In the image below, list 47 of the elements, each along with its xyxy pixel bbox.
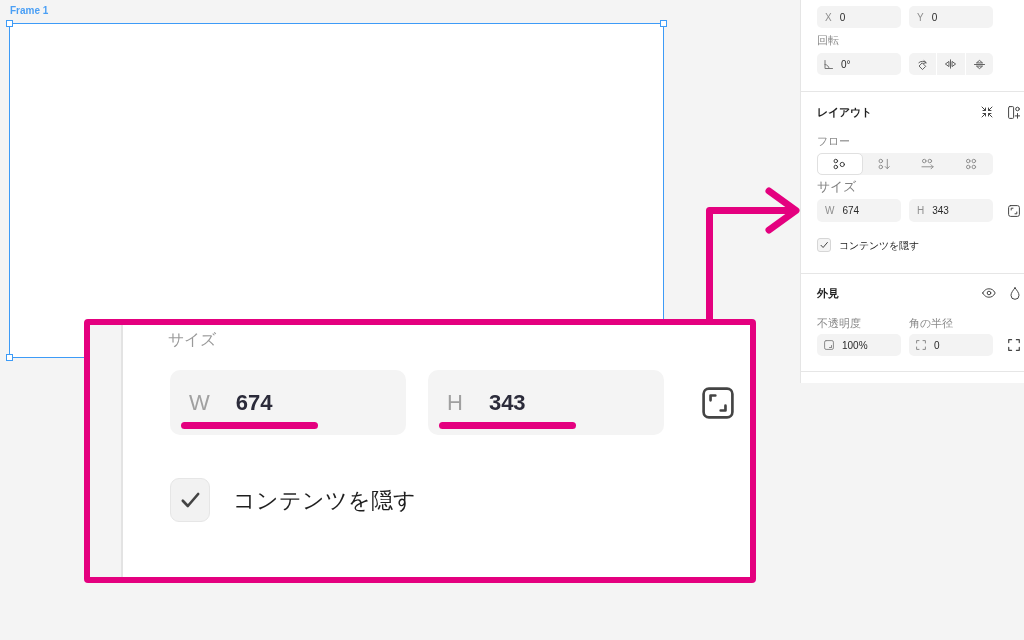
square-corners-icon[interactable] [1008, 204, 1020, 217]
position-field[interactable]: Y 0 [909, 6, 993, 28]
layout-plus-icon[interactable] [1008, 105, 1020, 119]
square-icon [824, 340, 834, 350]
square-corners-icon[interactable] [702, 386, 734, 419]
position-field[interactable]: X 0 [817, 6, 901, 28]
flip-vertical-icon [973, 58, 985, 70]
field-label: 不透明度 [817, 315, 862, 331]
free-layout-icon [833, 158, 847, 170]
vertical-layout-icon [877, 158, 891, 170]
field-label: フロー [817, 133, 850, 149]
flip-horizontal-icon [944, 59, 958, 69]
size-field[interactable]: W 674 [817, 199, 901, 222]
corners-icon [916, 340, 926, 350]
resize-handle[interactable] [6, 354, 13, 361]
corners-icon[interactable] [1008, 339, 1020, 351]
section-title: 外見 [817, 285, 839, 301]
size-field[interactable]: H 343 [428, 370, 664, 435]
field-label: サイズ [817, 178, 856, 197]
rotate-button[interactable] [909, 53, 937, 75]
corner-radius-field[interactable]: 0 [909, 334, 993, 356]
rotate-icon [917, 57, 929, 71]
angle-icon [824, 59, 833, 69]
grid-layout-icon [964, 158, 978, 170]
drop-icon[interactable] [1010, 286, 1020, 300]
flip-vertical-button[interactable] [965, 53, 993, 75]
flow-option[interactable] [817, 153, 863, 175]
field-label: サイズ [168, 330, 216, 350]
field-label: 回転 [817, 33, 839, 49]
checkbox-label: コンテンツを隠す [839, 238, 919, 253]
checkbox[interactable] [817, 238, 831, 252]
resize-handle[interactable] [660, 20, 667, 27]
checkbox[interactable] [170, 478, 210, 522]
flip-horizontal-button[interactable] [937, 53, 965, 75]
collapse-arrows-icon[interactable] [981, 106, 993, 118]
size-field[interactable]: W 674 [170, 370, 406, 435]
resize-handle[interactable] [6, 20, 13, 27]
size-field[interactable]: H 343 [909, 199, 993, 222]
check-icon [819, 240, 829, 250]
opacity-field[interactable]: 100% [817, 334, 901, 356]
section-title: レイアウト [817, 104, 872, 120]
frame-label: Frame 1 [10, 4, 49, 18]
checkbox-label: コンテンツを隠す [233, 486, 416, 515]
horizontal-layout-icon [921, 158, 935, 170]
eye-icon[interactable] [982, 288, 996, 298]
rotation-field[interactable]: 0° [817, 53, 901, 75]
field-label: 角の半径 [909, 315, 954, 331]
